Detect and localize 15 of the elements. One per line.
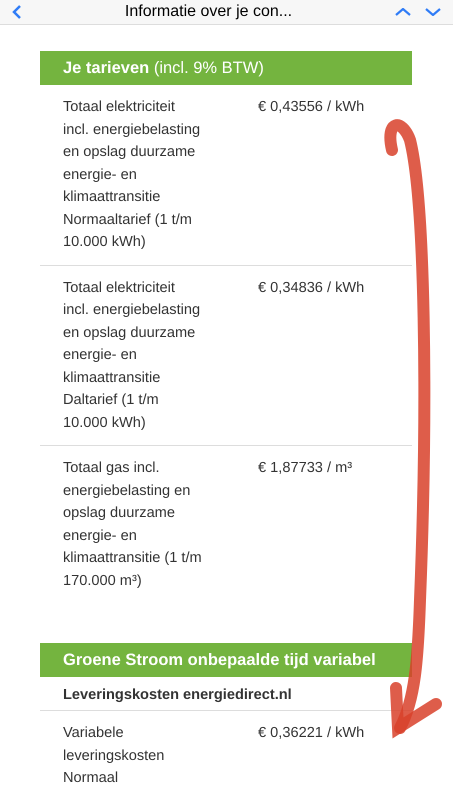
section-subheading: Leveringskosten energiedirect.nl [40,677,412,711]
tariff-price: € 0,36221 / kWh [258,724,364,743]
tariff-label: Totaal elektriciteit incl. energiebelasting en opslag duurzame energie- en klimaattransitie Normaaltarief (1 t/m 10.000 kWh) [63,98,202,252]
email-subject-title: Informatie over je con... [124,2,292,22]
section-header: Groene Stroom onbepaalde tijd variabel [40,643,412,677]
up-chevron-icon[interactable] [395,8,411,16]
down-chevron-icon[interactable] [425,8,441,16]
tariff-price: € 1,87733 / m³ [258,459,352,478]
tariff-price: € 0,43556 / kWh [258,98,364,117]
tariff-label: Totaal elektriciteit incl. energiebelasting en opslag duurzame energie- en klimaattransitie Daltarief (1 t/m 10.000 kWh) [63,278,202,432]
tariff-label: Totaal gas incl. energiebelasting en opslag duurzame energie- en klimaattransitie (1 t/m 170.000 m³) [63,459,203,590]
back-chevron-icon[interactable] [12,5,22,19]
tariff-price: € 0,34836 / kWh [258,278,364,298]
tariff-label: Variabele leveringskosten Normaal [63,724,166,788]
section-header: Je tarieven (incl. 9% BTW) [40,51,412,85]
